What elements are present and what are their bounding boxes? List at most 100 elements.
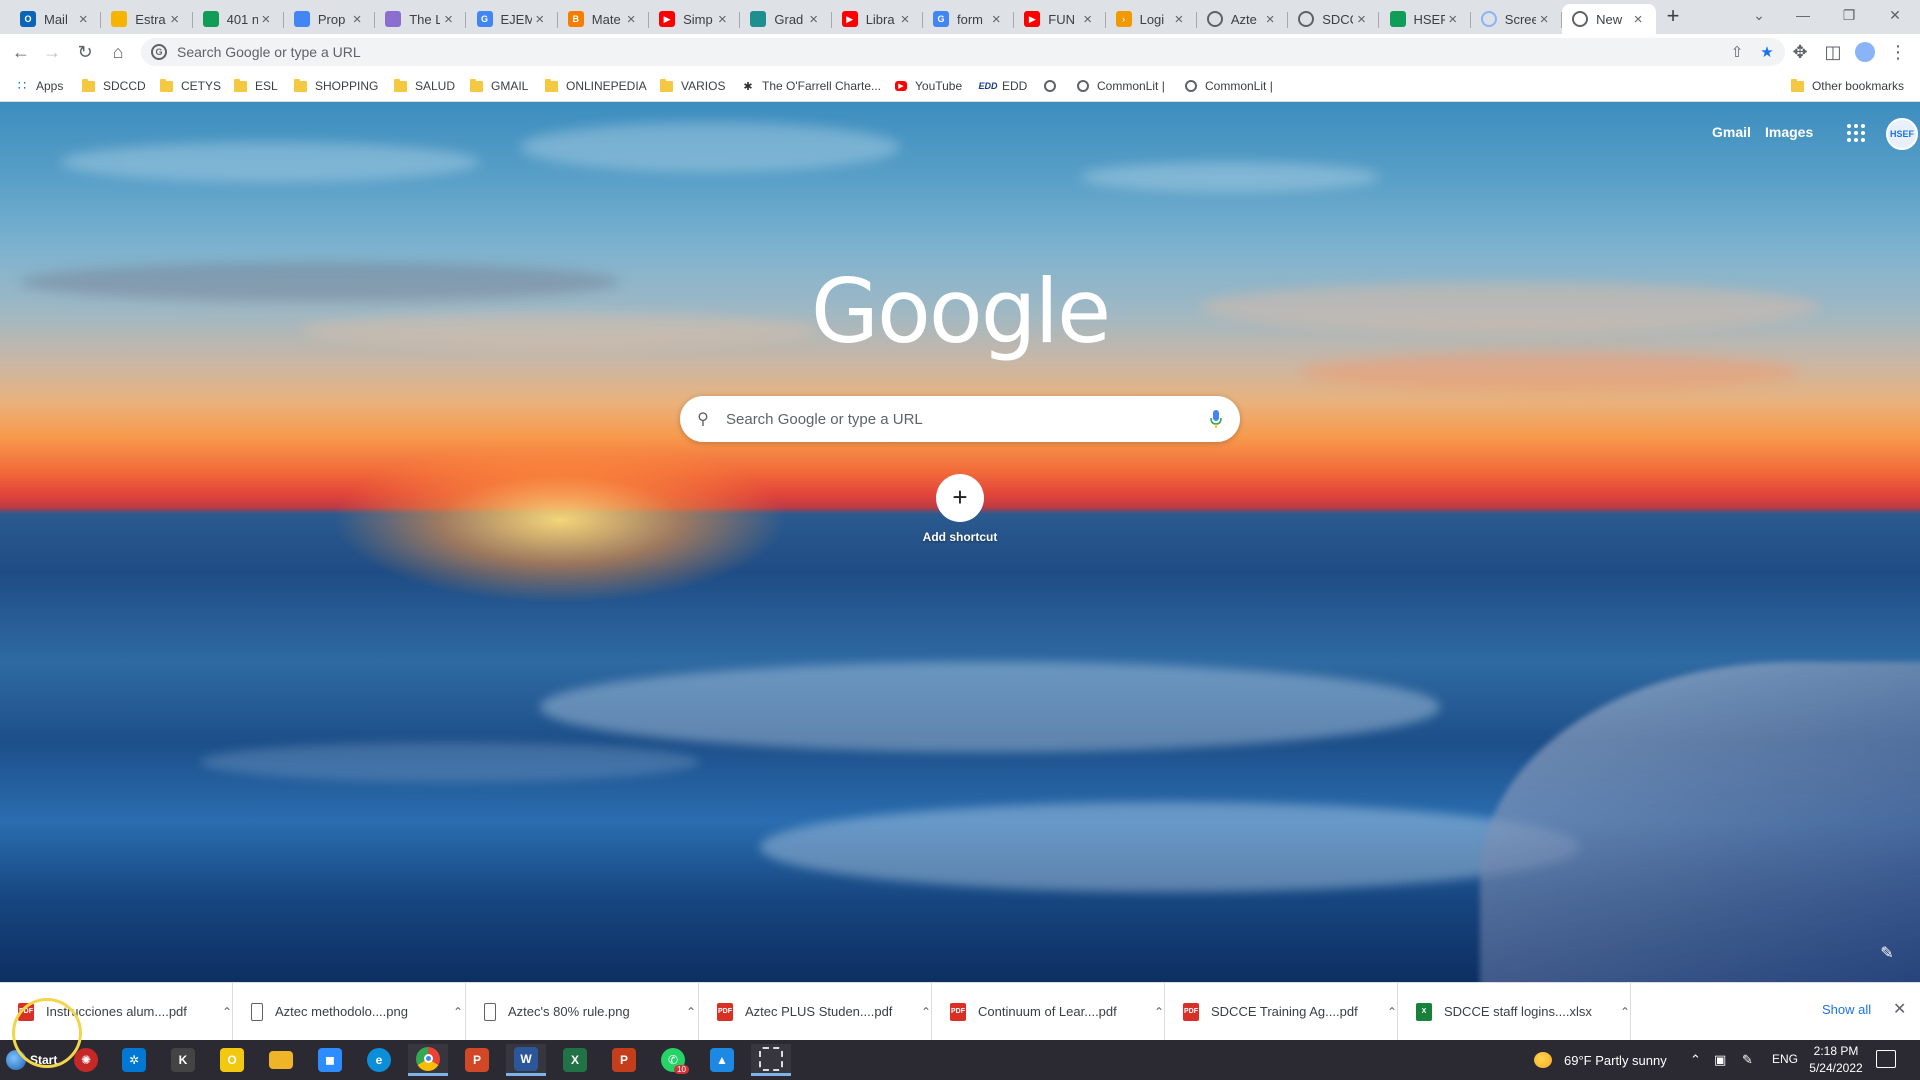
tab-close-icon[interactable]: ×	[1262, 11, 1278, 28]
bookmark-item[interactable]: CETYS	[160, 77, 221, 95]
notifications-icon[interactable]	[1876, 1050, 1896, 1068]
tab-close-icon[interactable]: ×	[1445, 11, 1461, 28]
browser-tab[interactable]: HSEF ×	[1380, 4, 1471, 34]
file-explorer-icon[interactable]	[261, 1044, 301, 1076]
images-link[interactable]: Images	[1765, 124, 1813, 140]
address-bar[interactable]: G Search Google or type a URL ⇧ ★	[141, 38, 1785, 66]
add-shortcut-button[interactable]: + Add shortcut	[920, 474, 1000, 544]
restore-icon[interactable]: ❐	[1826, 0, 1872, 30]
bookmark-item[interactable]: SHOPPING	[294, 77, 378, 95]
show-all-downloads-link[interactable]: Show all	[1822, 1002, 1871, 1017]
bookmark-item[interactable]: VARIOS	[660, 77, 725, 95]
other-bookmarks[interactable]: Other bookmarks	[1790, 77, 1904, 95]
browser-tab[interactable]: Scree ×	[1471, 4, 1563, 34]
bookmark-item[interactable]	[1042, 77, 1064, 95]
antivirus-icon[interactable]: ✺	[66, 1044, 106, 1076]
bookmark-item[interactable]: GMAIL	[470, 77, 528, 95]
language-indicator[interactable]: ENG	[1772, 1052, 1798, 1066]
chevron-up-icon[interactable]: ⌃	[1154, 1005, 1164, 1019]
bookmark-item[interactable]: SDCCD	[82, 77, 146, 95]
download-item[interactable]: PDF Aztec PLUS Studen....pdf ⌃	[699, 983, 932, 1040]
profile-icon[interactable]	[1853, 40, 1877, 64]
browser-tab[interactable]: ▶ FUN ×	[1014, 4, 1106, 34]
bookmark-item[interactable]: EDD EDD	[979, 77, 1028, 95]
browser-tab[interactable]: SDCC×	[1288, 4, 1380, 34]
window-close-icon[interactable]: ✕	[1872, 0, 1918, 30]
bookmark-item[interactable]: ONLINEPEDIA	[545, 77, 647, 95]
photos-icon[interactable]: ▲	[702, 1044, 742, 1076]
bookmark-star-icon[interactable]: ★	[1755, 40, 1779, 64]
minimize-icon[interactable]: —	[1780, 0, 1826, 30]
new-tab-button[interactable]: +	[1661, 5, 1685, 29]
browser-tab[interactable]: The L ×	[375, 4, 467, 34]
weather-widget[interactable]: 69°F Partly sunny	[1534, 1052, 1667, 1068]
reload-icon[interactable]: ↻	[73, 40, 97, 64]
zoom-icon[interactable]: ◼	[310, 1044, 350, 1076]
tab-close-icon[interactable]: ×	[1536, 11, 1552, 28]
browser-tab[interactable]: Prop ×	[284, 4, 376, 34]
ntp-search-box[interactable]: ⚲ Search Google or type a URL	[680, 396, 1240, 442]
word-icon[interactable]: W	[506, 1044, 546, 1076]
tab-close-icon[interactable]: ×	[532, 11, 548, 28]
download-item[interactable]: PDF SDCCE Training Ag....pdf ⌃	[1165, 983, 1398, 1040]
close-icon[interactable]: ✕	[1893, 999, 1906, 1019]
chevron-up-icon[interactable]: ⌃	[1620, 1005, 1630, 1019]
chrome-icon[interactable]	[408, 1044, 448, 1076]
bookmark-item[interactable]: ✱ The O'Farrell Charte...	[740, 77, 881, 95]
tab-close-icon[interactable]: ×	[714, 11, 730, 28]
tab-close-icon[interactable]: ×	[440, 11, 456, 28]
app-icon[interactable]: K	[163, 1044, 203, 1076]
excel-icon[interactable]: X	[555, 1044, 595, 1076]
browser-tab[interactable]: G EJEM ×	[467, 4, 558, 34]
chevron-up-icon[interactable]: ⌃	[686, 1005, 696, 1019]
browser-tab[interactable]: New ×	[1562, 4, 1657, 34]
forward-icon[interactable]: →	[40, 40, 64, 64]
browser-tab[interactable]: B Mate ×	[558, 4, 650, 34]
tab-close-icon[interactable]: ×	[167, 11, 183, 28]
customize-pencil-icon[interactable]: ✎	[1874, 940, 1900, 966]
gmail-link[interactable]: Gmail	[1712, 124, 1751, 140]
tab-search-chevron-icon[interactable]: ⌄	[1736, 0, 1782, 30]
microphone-icon[interactable]	[1192, 410, 1240, 428]
whatsapp-icon[interactable]: ✆ 10	[653, 1044, 693, 1076]
tab-close-icon[interactable]: ×	[75, 11, 91, 28]
browser-tab[interactable]: O Mail ×	[10, 4, 102, 34]
browser-tab[interactable]: Estra ×	[101, 4, 193, 34]
tab-close-icon[interactable]: ×	[1080, 11, 1096, 28]
download-item[interactable]: PDF Instrucciones alum....pdf ⌃	[0, 983, 233, 1040]
download-item[interactable]: PDF Continuum of Lear....pdf ⌃	[932, 983, 1165, 1040]
chevron-up-icon[interactable]: ⌃	[1387, 1005, 1397, 1019]
tab-close-icon[interactable]: ×	[258, 11, 274, 28]
account-avatar[interactable]: HSEF	[1886, 118, 1918, 150]
bookmark-item[interactable]: ∷ Apps	[14, 77, 64, 95]
side-panel-icon[interactable]: ◫	[1821, 40, 1845, 64]
bookmark-item[interactable]: ▶ YouTube	[893, 77, 962, 95]
powerpoint-icon[interactable]: P	[457, 1044, 497, 1076]
bookmark-item[interactable]: SALUD	[394, 77, 455, 95]
browser-tab[interactable]: ▶ Libra ×	[832, 4, 923, 34]
download-item[interactable]: Aztec's 80% rule.png ⌃	[466, 983, 699, 1040]
browser-tab[interactable]: Azte ×	[1197, 4, 1289, 34]
tab-close-icon[interactable]: ×	[1630, 11, 1646, 28]
start-button[interactable]: Start	[2, 1045, 65, 1075]
tab-close-icon[interactable]: ×	[988, 11, 1004, 28]
download-item[interactable]: X SDCCE staff logins....xlsx ⌃	[1398, 983, 1631, 1040]
bookmark-item[interactable]: CommonLit |	[1183, 77, 1273, 95]
tab-close-icon[interactable]: ×	[897, 11, 913, 28]
chevron-up-icon[interactable]: ⌃	[453, 1005, 463, 1019]
tab-close-icon[interactable]: ×	[1353, 11, 1369, 28]
bookmark-item[interactable]: ESL	[234, 77, 278, 95]
network-icon[interactable]: ▣	[1714, 1052, 1726, 1068]
powerpoint-file-icon[interactable]: P	[604, 1044, 644, 1076]
chevron-up-icon[interactable]: ⌃	[222, 1005, 232, 1019]
show-hidden-icons-chevron-icon[interactable]: ⌃	[1690, 1052, 1701, 1068]
clock[interactable]: 2:18 PM 5/24/2022	[1808, 1043, 1864, 1077]
menu-icon[interactable]: ⋮	[1886, 40, 1910, 64]
extensions-icon[interactable]: ✥	[1788, 40, 1812, 64]
google-apps-icon[interactable]	[1847, 124, 1865, 142]
sticky-notes-icon[interactable]: O	[212, 1044, 252, 1076]
tab-close-icon[interactable]: ×	[623, 11, 639, 28]
back-icon[interactable]: ←	[9, 40, 33, 64]
edge-icon[interactable]: e	[359, 1044, 399, 1076]
browser-tab[interactable]: ▶ Simp ×	[649, 4, 741, 34]
